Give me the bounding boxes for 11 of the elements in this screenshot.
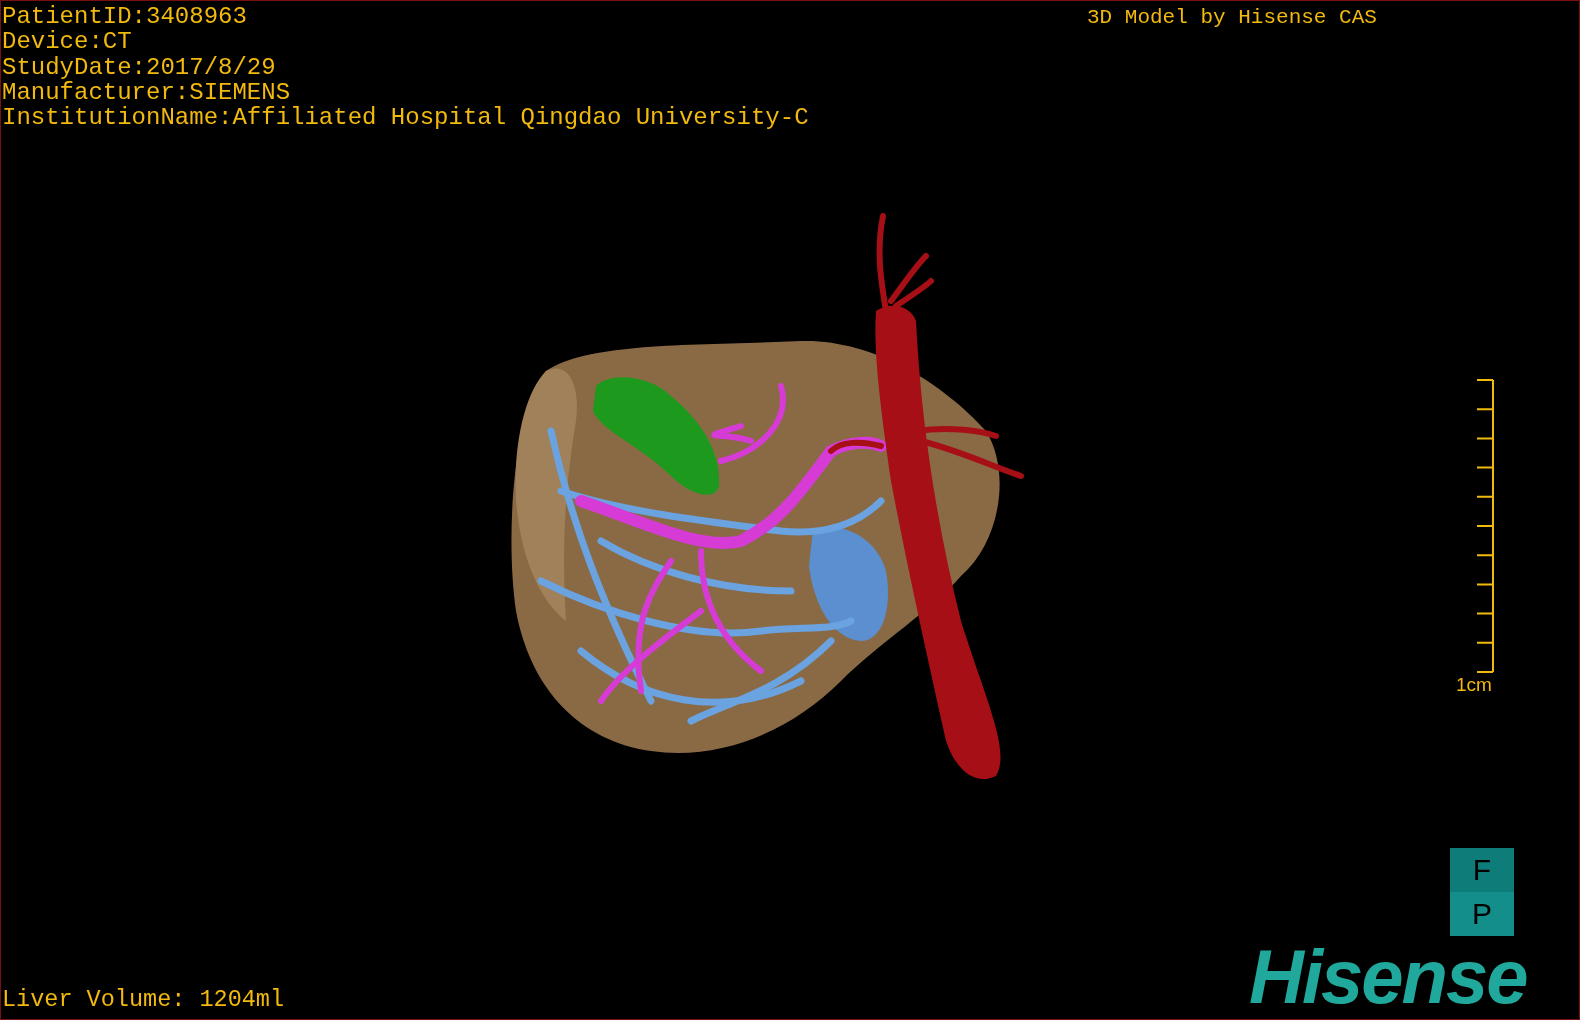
- patient-info-line: Device:CT: [2, 30, 133, 56]
- model-title: 3D Model by Hisense CAS: [1087, 7, 1377, 28]
- brand-logo: Hisense: [1249, 939, 1527, 1015]
- patient-info-line: PatientID:3408963: [2, 5, 248, 30]
- patient-info-line: StudyDate:2017/8/29: [2, 55, 277, 81]
- patient-info-line: InstitutionName:Affiliated Hospital Qingdao University-C: [2, 106, 809, 132]
- patient-info-line: Manufacturer:SIEMENS: [2, 80, 292, 106]
- liver-volume: Liver Volume: 1204ml: [2, 988, 285, 1012]
- orientation-button[interactable]: F: [1450, 848, 1514, 892]
- scale-label: 1cm: [1456, 675, 1492, 694]
- orientation-button[interactable]: P: [1450, 892, 1514, 936]
